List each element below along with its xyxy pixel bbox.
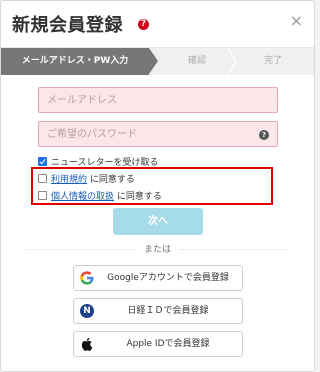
nikkei-icon: N (80, 304, 94, 318)
or-text: または (135, 245, 179, 255)
or-label: または (1, 242, 314, 255)
apple-icon (80, 337, 94, 351)
password-input[interactable] (39, 122, 277, 146)
email-field[interactable] (38, 87, 278, 113)
modal-header: 新規会員登録 ? × (1, 1, 314, 48)
signup-modal: 新規会員登録 ? × メールアドレス・PW入力 確認 完了 ? ニュースレターを… (0, 0, 315, 372)
google-signup-button[interactable]: Googleアカウントで会員登録 (73, 265, 243, 291)
step-complete: 完了 (263, 56, 282, 66)
email-input[interactable] (39, 88, 277, 112)
next-button[interactable]: 次へ (113, 208, 203, 235)
password-help-icon[interactable]: ? (259, 130, 269, 140)
modal-title: 新規会員登録 (12, 15, 123, 36)
step-email-pw: メールアドレス・PW入力 (1, 48, 158, 75)
nikkei-signup-label: 日経ＩＤで会員登録 (127, 306, 209, 316)
close-icon[interactable]: × (290, 13, 303, 29)
apple-signup-label: Apple IDで会員登録 (126, 339, 210, 349)
help-icon[interactable]: ? (138, 19, 149, 30)
google-icon (80, 271, 94, 285)
google-signup-label: Googleアカウントで会員登録 (107, 273, 229, 283)
progress-steps: メールアドレス・PW入力 確認 完了 (1, 48, 314, 75)
password-field[interactable]: ? (38, 121, 278, 147)
newsletter-checkbox[interactable] (38, 157, 47, 166)
highlight-box (31, 167, 273, 205)
step-divider-icon (227, 48, 237, 75)
nikkei-signup-button[interactable]: N 日経ＩＤで会員登録 (73, 298, 243, 324)
apple-signup-button[interactable]: Apple IDで会員登録 (73, 331, 243, 357)
step-confirm: 確認 (187, 56, 206, 66)
